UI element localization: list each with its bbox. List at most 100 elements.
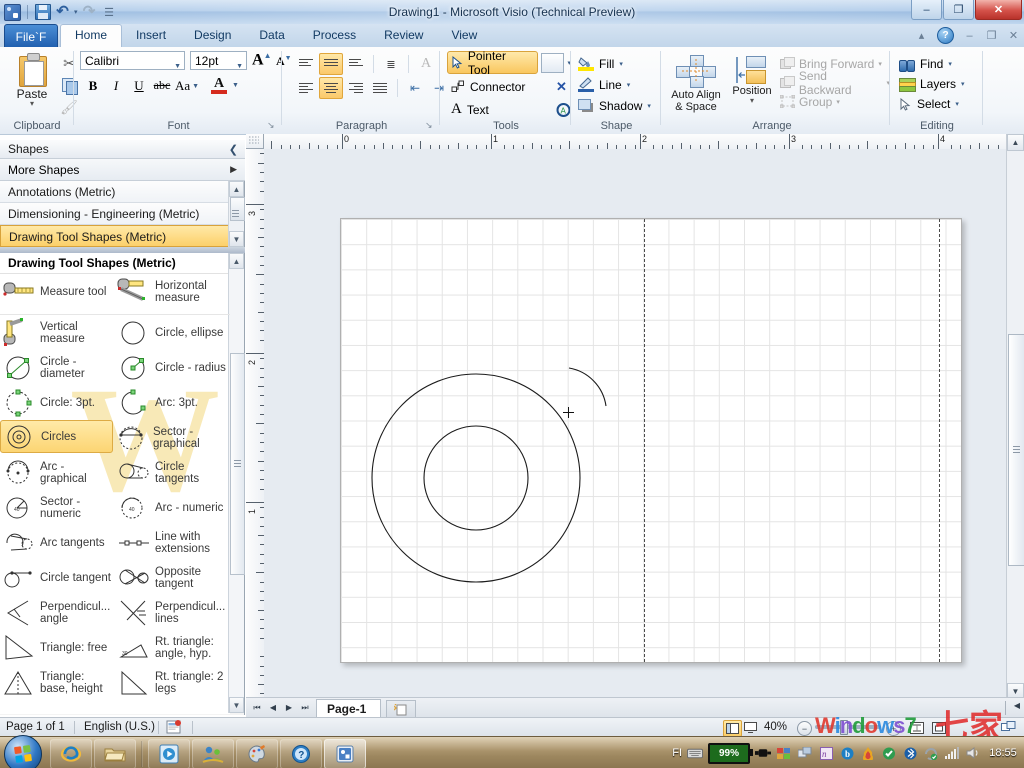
drawing-page[interactable] (340, 218, 962, 663)
bold-button[interactable]: B (82, 75, 104, 96)
sync-icon[interactable] (923, 745, 939, 761)
position-caret-icon[interactable]: ▾ (728, 97, 776, 104)
doc-minimize-icon[interactable]: – (963, 29, 976, 42)
doc-close-icon[interactable]: ✕ (1007, 29, 1020, 42)
tab-review[interactable]: Review (370, 24, 437, 47)
bing-icon[interactable]: b (839, 745, 855, 761)
align-top-button[interactable] (295, 54, 317, 74)
minimize-button[interactable]: – (911, 0, 942, 20)
shape-item-sector-numeric[interactable]: 40 Sector - numeric (0, 490, 115, 525)
more-shapes-button[interactable]: More Shapes ▶ (0, 159, 245, 181)
canvas-vertical-scrollbar[interactable]: ▲ ▼ (1006, 134, 1024, 700)
collapse-ribbon-icon[interactable]: ▴ (915, 29, 928, 42)
shape-item-rt-triangle-2-legs[interactable]: Rt. triangle: 2 legs (115, 665, 230, 700)
shape-item-circle-tangent[interactable]: Circle tangent (0, 560, 115, 595)
messenger-icon[interactable] (192, 739, 234, 768)
tab-file[interactable]: File`F (4, 24, 58, 48)
paint-icon[interactable] (236, 739, 278, 768)
horizontal-ruler[interactable]: 01234 (264, 134, 1006, 150)
window-controls[interactable]: – ❐ ✕ (911, 0, 1022, 20)
vertical-ruler[interactable]: 321 (246, 149, 265, 700)
connector-button[interactable]: Connector (447, 76, 553, 97)
select-caret-icon[interactable]: ▾ (955, 100, 959, 108)
prev-page-button[interactable]: ◀ (266, 700, 280, 715)
shape-item-circle-diameter[interactable]: Circle - diameter (0, 350, 115, 385)
font-color-caret-icon[interactable]: ▼ (232, 82, 239, 89)
italic-button[interactable]: I (105, 75, 127, 96)
justify-button[interactable] (369, 78, 391, 98)
maximize-button[interactable]: ❐ (943, 0, 974, 20)
fill-button[interactable]: Fill ▾ (578, 53, 651, 74)
zoom-out-button[interactable]: − (797, 721, 812, 736)
network-tile-icon[interactable] (797, 745, 813, 761)
power-plug-icon[interactable] (755, 745, 771, 761)
connection-point-icon[interactable]: ✕ (556, 79, 567, 95)
font-dialog-launcher[interactable]: ↘ (267, 120, 278, 131)
last-page-button[interactable]: ⏭ (298, 700, 312, 715)
shape-item-arc-tangents[interactable]: Arc tangents (0, 525, 115, 560)
media-player-icon[interactable] (148, 739, 190, 768)
font-size-caret-icon[interactable]: ▼ (236, 57, 243, 76)
battery-indicator[interactable]: 99% (708, 743, 750, 764)
canvas-vscroll-thumb[interactable] (1008, 334, 1024, 566)
window-arrange-button[interactable] (1000, 720, 1017, 735)
zoom-in-button[interactable]: + (886, 721, 901, 736)
shape-item-arc-numeric[interactable]: 40 Arc - numeric (115, 490, 230, 525)
font-color-button[interactable]: A (211, 76, 227, 95)
shape-scroll-down-icon[interactable]: ▼ (229, 697, 244, 713)
shape-gallery-scrollbar[interactable]: ▲ ▼ (228, 253, 244, 713)
pagebar-scroll-left-icon[interactable]: ◀ (1014, 701, 1020, 710)
tab-home[interactable]: Home (60, 24, 122, 49)
position-button[interactable]: Position ▾ (728, 53, 776, 104)
shape-item-circle-tangents[interactable]: Circle tangents (115, 455, 230, 490)
full-screen-button[interactable] (742, 720, 759, 735)
shadow-caret-icon[interactable]: ▾ (647, 102, 651, 110)
line-caret-icon[interactable]: ▾ (627, 81, 631, 89)
align-left-button[interactable] (295, 78, 317, 98)
fill-caret-icon[interactable]: ▾ (619, 60, 623, 68)
align-middle-button[interactable] (319, 53, 343, 75)
shape-item-arc-graphical[interactable]: Arc - graphical (0, 455, 115, 490)
layers-button[interactable]: Layers ▾ (899, 74, 965, 94)
shape-item-circles[interactable]: Circles (0, 420, 113, 453)
zoom-slider[interactable] (815, 725, 881, 729)
ruler-corner[interactable] (246, 134, 264, 149)
underline-button[interactable]: U (128, 75, 150, 96)
shape-item-perpendicular-lines[interactable]: Perpendicul... lines (115, 595, 230, 630)
shape-item-vertical-measure[interactable]: Vertical measure (0, 315, 115, 350)
help-icon[interactable]: ? (937, 27, 954, 44)
office-icon[interactable] (776, 745, 792, 761)
shape-item-line-with-extensions[interactable]: Line with extensions (115, 525, 230, 560)
paragraph-dialog-launcher[interactable]: ↘ (425, 120, 436, 131)
shape-scroll-thumb[interactable] (230, 353, 245, 575)
stencil-item-dimensioning[interactable]: Dimensioning - Engineering (Metric) (0, 203, 230, 225)
paste-button[interactable]: Paste ▾ (8, 52, 56, 107)
shape-item-triangle-base-height[interactable]: Triangle: base, height (0, 665, 115, 700)
canvas-scroll-up-icon[interactable]: ▲ (1007, 134, 1024, 151)
rectangle-tool-button[interactable] (541, 53, 565, 73)
zoom-level-label[interactable]: 40% (764, 718, 787, 737)
shape-item-horizontal-measure[interactable]: Horizontal measure (115, 274, 230, 309)
line-button[interactable]: Line ▾ (578, 74, 651, 95)
change-case-button[interactable]: Aa▼ (174, 75, 200, 96)
shape-item-opposite-tangent[interactable]: Opposite tangent (115, 560, 230, 595)
tab-data[interactable]: Data (245, 24, 298, 47)
strikethrough-button[interactable]: abc (151, 75, 173, 96)
shadow-button[interactable]: Shadow ▾ (578, 95, 651, 116)
help-icon[interactable]: ? (280, 739, 322, 768)
taskbar-clock[interactable]: 18:55 (986, 747, 1020, 759)
stencil-scroll-thumb[interactable] (230, 197, 245, 221)
font-name-combobox[interactable]: Calibri ▼ (80, 51, 185, 70)
pointer-tool-button[interactable]: Pointer Tool (447, 51, 538, 74)
find-button[interactable]: Find ▾ (899, 54, 965, 74)
stencil-item-drawing-tool-shapes[interactable]: Drawing Tool Shapes (Metric) (0, 225, 230, 247)
language-indicator[interactable]: FI (672, 747, 682, 759)
text-tool-button[interactable]: A Text (447, 99, 553, 120)
visio-taskbar-icon[interactable] (324, 739, 366, 768)
align-center-button[interactable] (319, 77, 343, 99)
shape-item-triangle-free[interactable]: Triangle: free (0, 630, 115, 665)
shape-item-rt-triangle-angle-hyp[interactable]: 30 Rt. triangle: angle, hyp. (115, 630, 230, 665)
shape-scroll-up-icon[interactable]: ▲ (229, 253, 244, 269)
keyboard-icon[interactable] (687, 745, 703, 761)
fit-page-button[interactable] (908, 720, 925, 735)
